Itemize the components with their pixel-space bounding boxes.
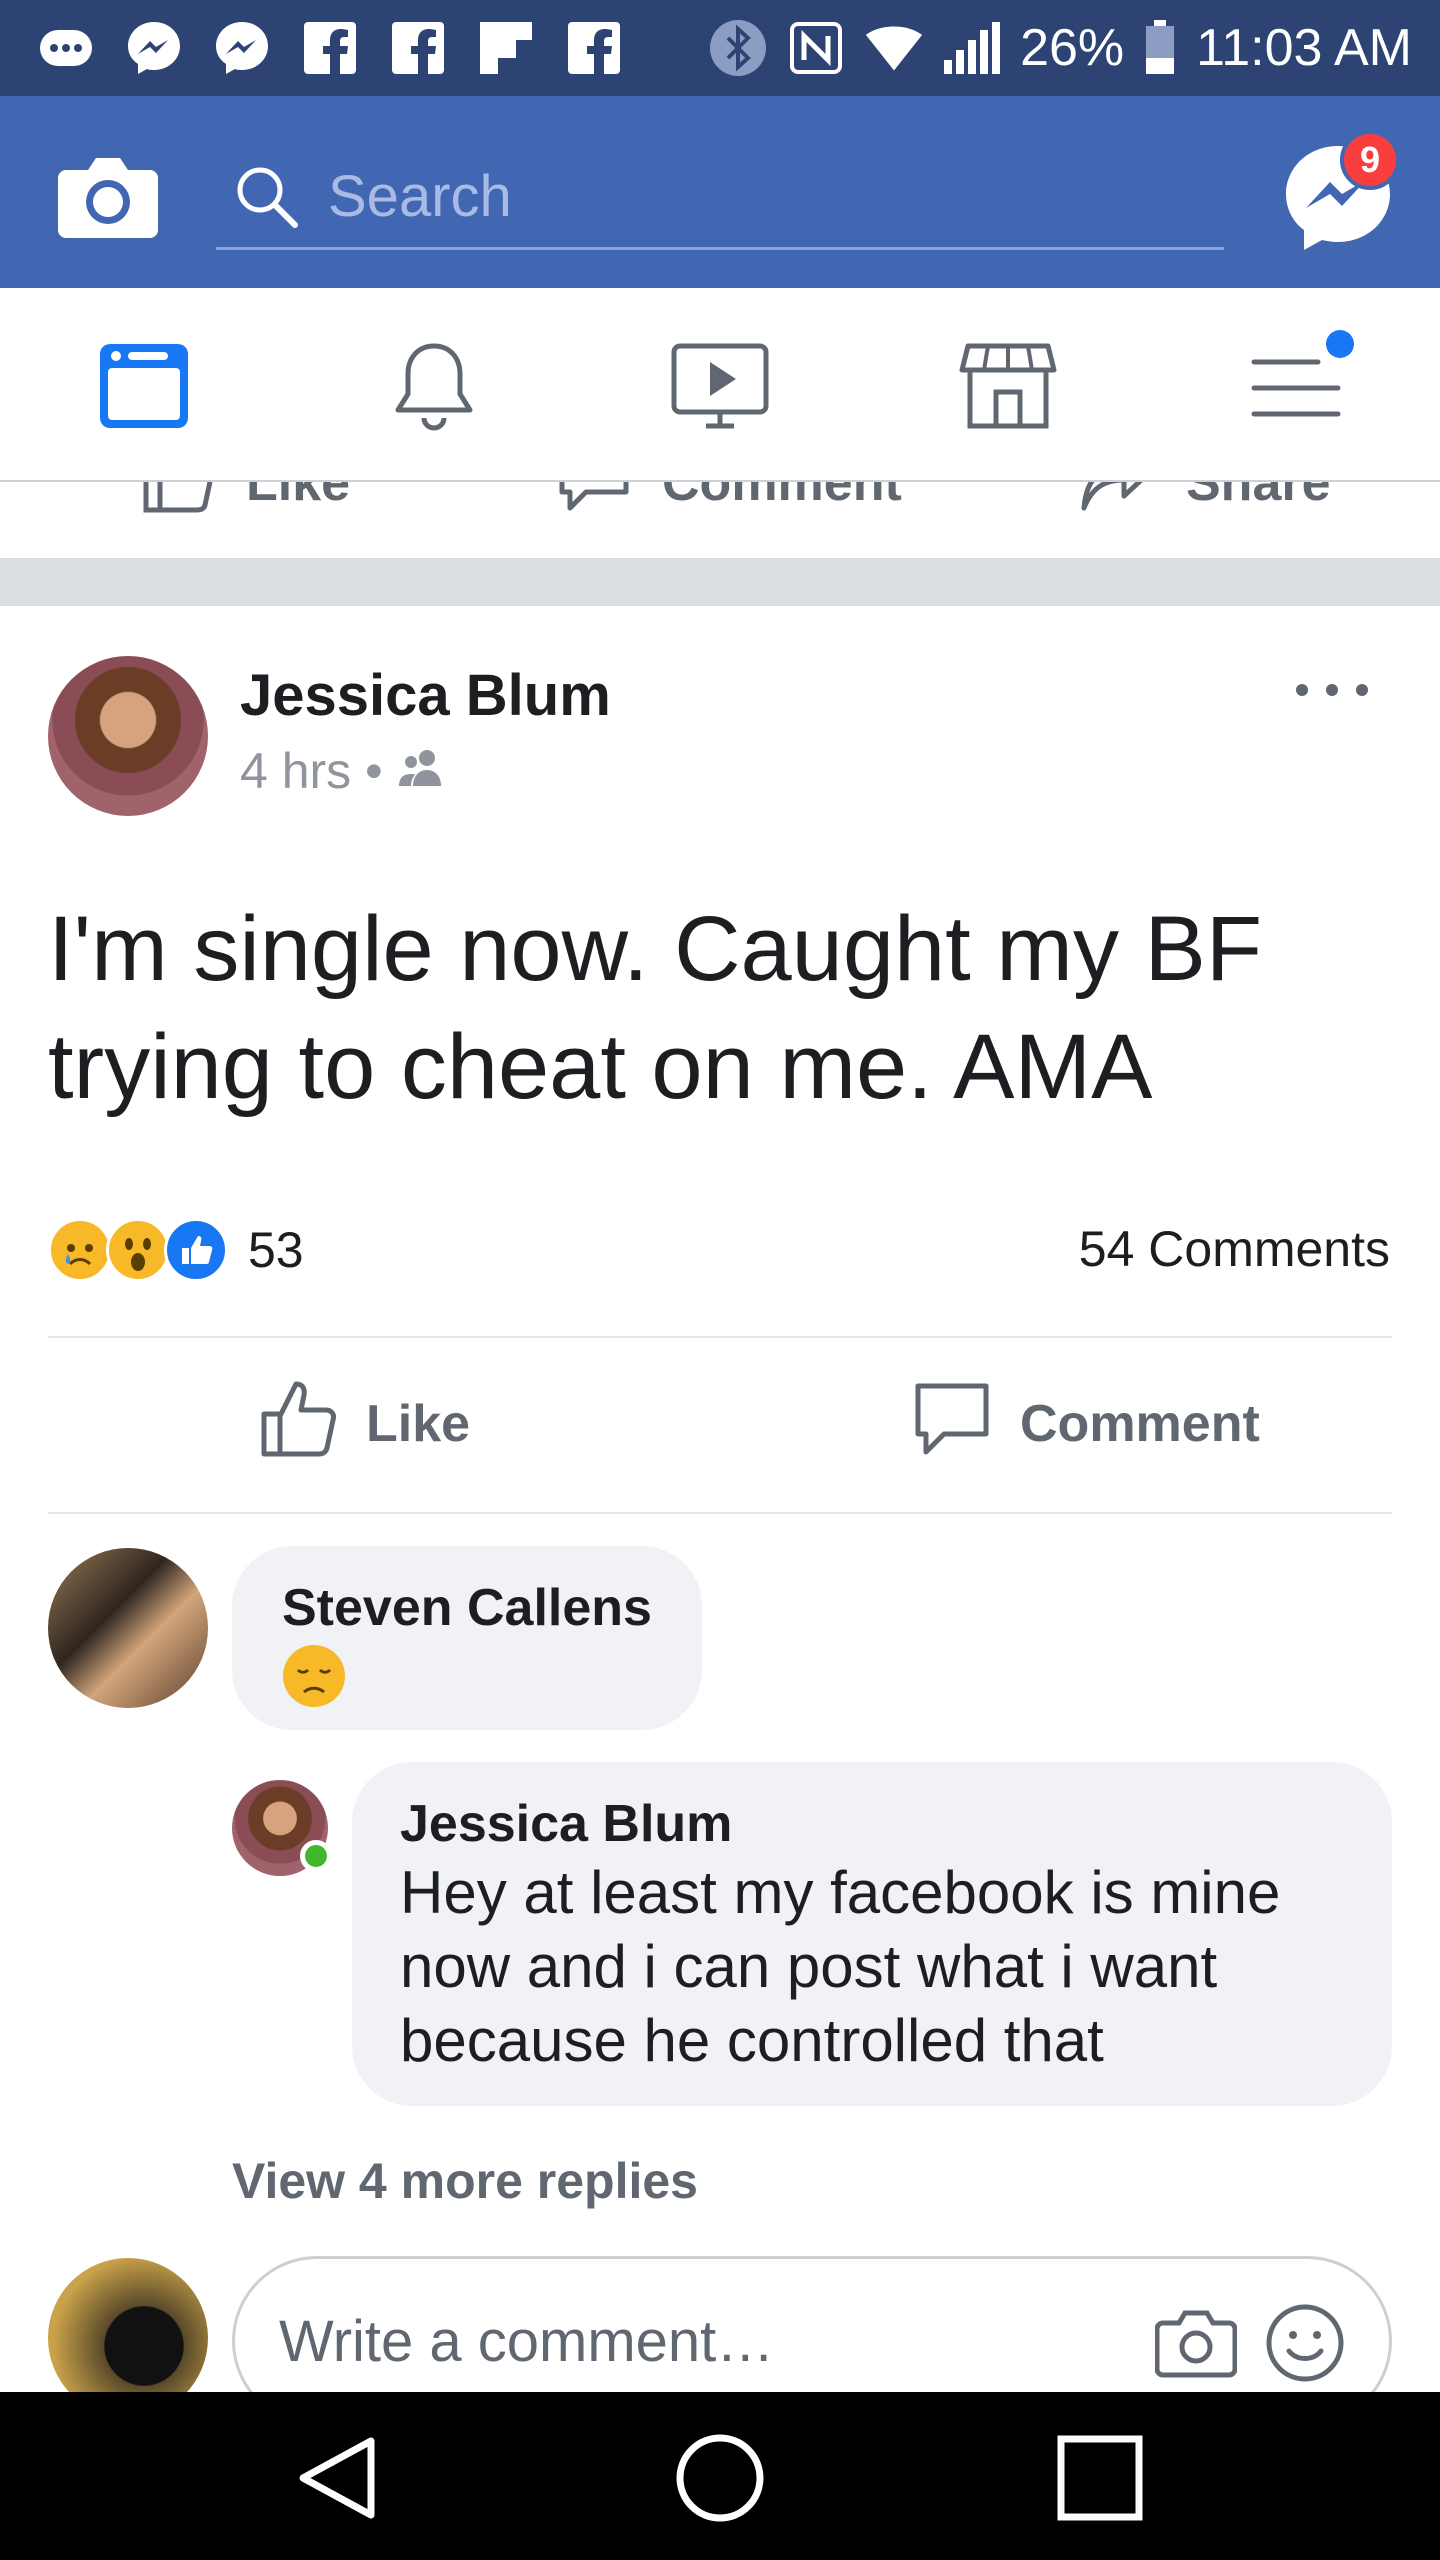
post-options-button[interactable]: [1296, 670, 1368, 710]
thumbs-up-icon: [258, 1378, 338, 1471]
camera-icon[interactable]: [1154, 2307, 1238, 2379]
prev-comment-button[interactable]: Comment: [556, 482, 902, 527]
share-icon: [1080, 482, 1156, 527]
notifications-bell-icon: [386, 338, 482, 439]
prev-share-label: Share: [1186, 482, 1331, 512]
divider: [48, 1336, 1392, 1338]
previous-post-actions: Like Comment Share: [0, 482, 1440, 558]
messenger-icon: [124, 18, 184, 78]
flipboard-icon: [476, 18, 536, 78]
reactions-summary[interactable]: 53: [48, 1218, 304, 1282]
signal-icon: [942, 18, 1002, 78]
prev-like-label: Like: [246, 482, 351, 512]
dot: [1296, 684, 1308, 696]
wifi-icon: [864, 18, 924, 78]
comment-input[interactable]: [279, 2301, 1079, 2381]
facebook-icon: [388, 18, 448, 78]
emoji-icon[interactable]: [1265, 2303, 1345, 2383]
author-avatar[interactable]: [48, 656, 208, 816]
commenter-avatar[interactable]: [48, 1548, 208, 1708]
comment-label: Comment: [1020, 1395, 1260, 1453]
post-text: I'm single now. Caught my BF trying to c…: [48, 898, 1263, 1118]
online-status-dot: [300, 1840, 332, 1872]
feed-separator: [0, 558, 1440, 606]
battery-icon: [1142, 18, 1178, 78]
more-notifications-icon: [36, 18, 96, 78]
status-notification-icons: [36, 16, 624, 80]
tab-bar: [0, 288, 1440, 482]
battery-percent: 26%: [1020, 19, 1125, 77]
friends-icon: [397, 742, 449, 800]
comment-button[interactable]: Comment: [912, 1380, 1260, 1468]
disappointed-face-icon: [282, 1644, 346, 1708]
comment-author[interactable]: Steven Callens: [282, 1578, 652, 1638]
view-more-replies-link[interactable]: View 4 more replies: [232, 2152, 698, 2210]
like-reaction-icon: [164, 1218, 228, 1282]
back-icon[interactable]: [290, 2428, 390, 2528]
comment-count[interactable]: 54 Comments: [1079, 1220, 1390, 1278]
thumbs-up-icon: [140, 482, 216, 527]
status-bar: 26% 11:03 AM: [0, 0, 1440, 96]
prev-share-button[interactable]: Share: [1080, 482, 1331, 527]
tab-watch[interactable]: [648, 328, 792, 448]
watch-video-icon: [670, 338, 770, 439]
bluetooth-icon: [708, 18, 768, 78]
search-bar[interactable]: [216, 144, 1224, 250]
comment-icon: [912, 1378, 992, 1471]
news-feed-icon: [96, 338, 192, 439]
status-system-icons: 26% 11:03 AM: [708, 16, 1412, 80]
tab-news-feed[interactable]: [72, 328, 216, 448]
post-meta: 4 hrs •: [240, 742, 449, 800]
camera-icon[interactable]: [56, 148, 160, 244]
meta-separator: •: [365, 743, 383, 799]
search-icon: [232, 162, 302, 232]
menu-notification-dot: [1326, 330, 1354, 358]
wow-reaction-icon: [106, 1218, 170, 1282]
prev-like-button[interactable]: Like: [140, 482, 350, 527]
comment-icon: [556, 482, 632, 527]
marketplace-icon: [958, 338, 1058, 439]
messenger-badge: 9: [1340, 130, 1400, 190]
top-app-bar: 9: [0, 96, 1440, 288]
reply-author[interactable]: Jessica Blum: [400, 1794, 732, 1854]
reply-text: Hey at least my facebook is mine now and…: [400, 1859, 1281, 2074]
post-timestamp[interactable]: 4 hrs: [240, 742, 351, 800]
post-author-name[interactable]: Jessica Blum: [240, 662, 611, 729]
reaction-count: 53: [248, 1222, 304, 1278]
facebook-icon: [300, 18, 360, 78]
dot: [1326, 684, 1338, 696]
home-icon[interactable]: [670, 2428, 770, 2528]
sad-reaction-icon: [48, 1218, 112, 1282]
facebook-icon: [564, 18, 624, 78]
recent-apps-icon[interactable]: [1050, 2428, 1150, 2528]
tab-marketplace[interactable]: [936, 328, 1080, 448]
prev-comment-label: Comment: [662, 482, 902, 512]
like-label: Like: [366, 1395, 471, 1453]
tab-notifications[interactable]: [362, 328, 506, 448]
nfc-icon: [786, 18, 846, 78]
like-button[interactable]: Like: [258, 1380, 470, 1468]
clock: 11:03 AM: [1196, 19, 1412, 77]
dot: [1356, 684, 1368, 696]
system-nav-bar: [0, 2392, 1440, 2560]
divider: [48, 1512, 1392, 1514]
search-input[interactable]: [328, 156, 1188, 236]
messenger-icon: [212, 18, 272, 78]
